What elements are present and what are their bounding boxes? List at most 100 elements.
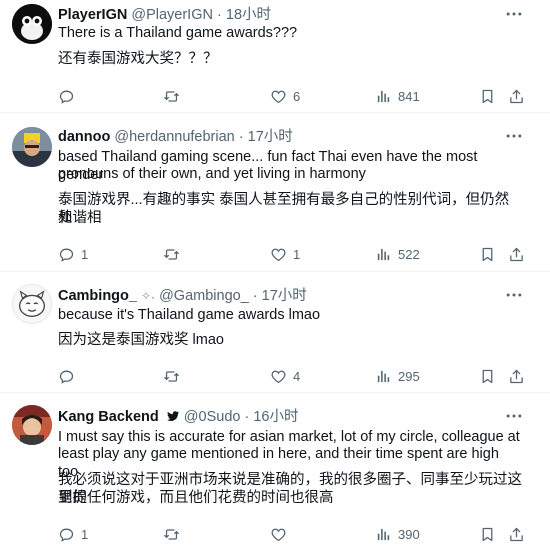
retweet-icon [163,526,180,543]
handle[interactable]: @0Sudo [184,409,241,425]
views-button[interactable]: 295 [375,366,420,386]
avatar-image [12,4,52,44]
bird-badge-icon [166,411,179,421]
tweet-playerign[interactable]: PlayerIGN @PlayerIGN · 18小时 There is a T… [0,0,550,113]
like-count: 6 [293,88,301,104]
share-button[interactable] [508,244,525,264]
bookmark-icon [479,246,496,263]
retweet-icon [163,368,180,385]
bookmark-icon [479,368,496,385]
handle[interactable]: @Gambingo_ [159,288,249,304]
reply-thread: PlayerIGN @PlayerIGN · 18小时 There is a T… [0,0,550,550]
reply-count: 1 [81,526,89,542]
reply-count: 1 [81,246,89,262]
reply-button[interactable] [58,366,81,386]
share-button[interactable] [508,366,525,386]
view-count: 522 [398,246,420,262]
tweet-cambingo[interactable]: Cambingo_ ✧˖ @Gambingo_ · 17小时 because i… [0,272,550,393]
display-name[interactable]: Kang Backend [58,409,159,425]
like-icon [270,246,287,263]
share-button[interactable] [508,524,525,544]
tweet-text-line-2: pronouns of their own, and yet living in… [58,166,366,182]
views-button[interactable]: 390 [375,524,420,544]
tweet-translation-line-2: 到的任何游戏，而且他们花费的时间也很高 [58,490,334,506]
action-bar: 1 390 [58,524,528,544]
bookmark-button[interactable] [479,366,496,386]
tweet-header: Kang Backend @0Sudo · 16小时 [58,408,299,426]
tweet-text: There is a Thailand game awards??? [58,25,298,41]
like-icon [270,368,287,385]
bookmark-button[interactable] [479,86,496,106]
tweet-dannoo[interactable]: dannoo @herdannufebrian · 17小时 based Tha… [0,113,550,272]
share-button[interactable] [508,86,525,106]
tweet-translation: 还有泰国游戏大奖？？？ [58,51,218,67]
tweet-header: Cambingo_ ✧˖ @Gambingo_ · 17小时 [58,287,307,305]
views-icon [375,526,392,543]
display-name[interactable]: dannoo [58,129,110,145]
like-button[interactable]: 1 [270,244,300,264]
retweet-icon [163,88,180,105]
like-button[interactable] [270,524,293,544]
avatar[interactable] [12,284,52,324]
display-name[interactable]: PlayerIGN [58,7,127,23]
avatar[interactable] [12,405,52,445]
avatar-image [12,127,52,167]
separator: · [217,7,222,23]
reply-button[interactable]: 1 [58,244,88,264]
tweet-translation-line-2: 处 [58,210,73,226]
action-bar: 1 1 522 [58,244,528,264]
views-icon [375,368,392,385]
like-button[interactable]: 4 [270,366,300,386]
share-icon [508,526,525,543]
like-count: 1 [293,246,301,262]
avatar[interactable] [12,4,52,44]
avatar[interactable] [12,127,52,167]
tweet-kang-backend[interactable]: Kang Backend @0Sudo · 16小时 I must say th… [0,393,550,550]
separator: · [244,409,250,425]
views-icon [375,246,392,263]
retweet-button[interactable] [163,86,186,106]
reply-icon [58,368,75,385]
handle[interactable]: @PlayerIGN [131,7,213,23]
tweet-translation: 因为这是泰国游戏奖 lmao [58,332,224,348]
timestamp[interactable]: 18小时 [226,7,271,23]
view-count: 295 [398,368,420,384]
sparkles-emoji: ✧˖ [140,289,156,303]
bookmark-button[interactable] [479,524,496,544]
avatar-image [12,405,52,445]
timestamp[interactable]: 16小时 [253,409,298,425]
reply-button[interactable]: 1 [58,524,88,544]
bookmark-button[interactable] [479,244,496,264]
more-icon[interactable] [504,285,524,305]
retweet-button[interactable] [163,524,186,544]
separator: · [252,288,258,304]
retweet-button[interactable] [163,244,186,264]
handle[interactable]: @herdannufebrian [114,129,234,145]
view-count: 841 [398,88,420,104]
more-icon[interactable] [504,4,524,24]
reply-icon [58,246,75,263]
views-button[interactable]: 522 [375,244,420,264]
more-icon[interactable] [504,126,524,146]
separator: · [238,129,244,145]
share-icon [508,368,525,385]
retweet-button[interactable] [163,366,186,386]
reply-icon [58,88,75,105]
bookmark-icon [479,526,496,543]
timestamp[interactable]: 17小时 [248,129,293,145]
like-button[interactable]: 6 [270,86,300,106]
tweet-header: PlayerIGN @PlayerIGN · 18小时 [58,6,271,24]
tweet-text: because it's Thailand game awards lmao [58,307,321,323]
views-button[interactable]: 841 [375,86,420,106]
bookmark-icon [479,88,496,105]
display-name[interactable]: Cambingo_ [58,288,137,304]
reply-icon [58,526,75,543]
reply-button[interactable] [58,86,81,106]
timestamp[interactable]: 17小时 [262,288,307,304]
views-icon [375,88,392,105]
more-icon[interactable] [504,406,524,426]
view-count: 390 [398,526,420,542]
like-icon [270,88,287,105]
like-count: 4 [293,368,301,384]
tweet-text-line-1: I must say this is accurate for asian ma… [58,429,520,445]
